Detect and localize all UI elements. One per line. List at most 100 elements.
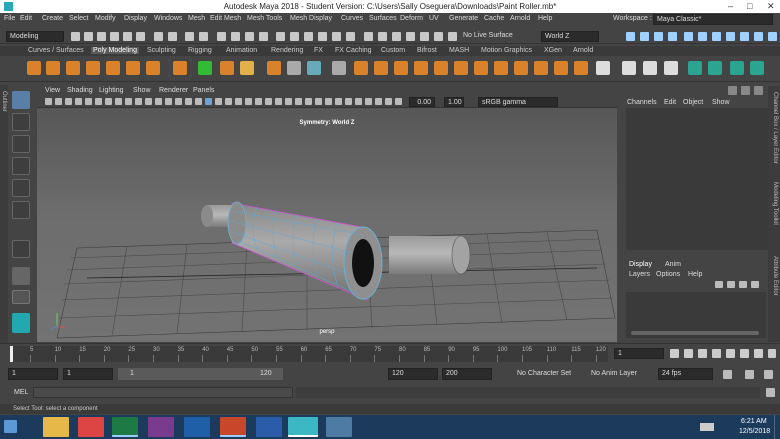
shelf-tab-poly-modeling[interactable]: Poly Modeling [91, 47, 139, 54]
menu-mesh-display[interactable]: Mesh Display [290, 15, 332, 22]
shelf-tool-11-icon[interactable] [240, 61, 254, 75]
menu-select[interactable]: Select [69, 15, 88, 22]
status-tool-4-icon[interactable] [110, 32, 119, 41]
viewport-tool-29-icon[interactable] [325, 98, 332, 105]
shelf-tab-custom[interactable]: Custom [381, 47, 405, 54]
new-layer-icon[interactable] [715, 281, 723, 288]
shelf-tool-17-icon[interactable] [374, 61, 388, 75]
viewport-tool-3-icon[interactable] [65, 98, 72, 105]
viewport-tool-36-icon[interactable] [395, 98, 402, 105]
status-tool-5-icon[interactable] [123, 32, 132, 41]
select-tool-icon[interactable] [12, 91, 30, 109]
range-slider[interactable]: 1 120 [118, 368, 283, 380]
status-tool-2-icon[interactable] [84, 32, 93, 41]
viewport-menu-shading[interactable]: Shading [67, 87, 93, 94]
viewport-tool-27-icon[interactable] [305, 98, 312, 105]
viewport-tool-22-icon[interactable] [255, 98, 262, 105]
shelf-tool-6-icon[interactable] [126, 61, 140, 75]
status-tool-16-icon[interactable] [290, 32, 299, 41]
channel-menu-edit[interactable]: Edit [664, 99, 676, 106]
shelf-tool-10-icon[interactable] [220, 61, 234, 75]
shelf-tool-14-icon[interactable] [307, 61, 321, 75]
status-tool-25-icon[interactable] [420, 32, 429, 41]
shelf-tool-26-icon[interactable] [554, 61, 568, 75]
status-tool-21-icon[interactable] [364, 32, 373, 41]
shelf-tab-fx[interactable]: FX [314, 47, 323, 54]
viewport-tool-20-icon[interactable] [235, 98, 242, 105]
menu-cache[interactable]: Cache [484, 15, 504, 22]
status-tool-33-icon[interactable] [698, 32, 707, 41]
shelf-tab-bifrost[interactable]: Bifrost [417, 47, 437, 54]
menu-mesh[interactable]: Mesh [188, 15, 205, 22]
status-tool-3-icon[interactable] [97, 32, 106, 41]
viewport-tool-13-icon[interactable] [165, 98, 172, 105]
shelf-tab-fx-caching[interactable]: FX Caching [335, 47, 372, 54]
menu-display[interactable]: Display [124, 15, 147, 22]
viewport-tool-33-icon[interactable] [365, 98, 372, 105]
layer-menu-options[interactable]: Options [656, 271, 680, 278]
timeline-track[interactable]: 5 10 15 20 25 30 35 40 45 50 55 60 65 70 75 80 85 90 95 100… [10, 346, 608, 362]
menu-arnold[interactable]: Arnold [510, 15, 530, 22]
status-tool-8-icon[interactable] [168, 32, 177, 41]
status-tool-37-icon[interactable] [754, 32, 763, 41]
shelf-tool-5-icon[interactable] [106, 61, 120, 75]
powerpoint-icon[interactable] [220, 417, 246, 437]
viewport-tool-11-icon[interactable] [145, 98, 152, 105]
viewport-tool-4-icon[interactable] [75, 98, 82, 105]
outlook-icon[interactable] [184, 417, 210, 437]
layer-menu-layers[interactable]: Layers [629, 271, 650, 278]
channel-menu-object[interactable]: Object [683, 99, 703, 106]
status-tool-31-icon[interactable] [668, 32, 677, 41]
layer-tab-display[interactable]: Display [629, 261, 652, 268]
viewport-tool-14-icon[interactable] [175, 98, 182, 105]
shelf-tool-20-icon[interactable] [434, 61, 448, 75]
shelf-tab-motion-graphics[interactable]: Motion Graphics [481, 47, 532, 54]
shelf-tab-curves-surfaces[interactable]: Curves / Surfaces [28, 47, 84, 54]
shelf-tool-22-icon[interactable] [474, 61, 488, 75]
shelf-tool-9-icon[interactable] [198, 61, 212, 75]
viewport-tool-16-icon[interactable] [195, 98, 202, 105]
shelf-tab-rigging[interactable]: Rigging [188, 47, 212, 54]
status-tool-23-icon[interactable] [392, 32, 401, 41]
gamma-field[interactable]: 1.00 [444, 97, 464, 107]
status-tool-30-icon[interactable] [654, 32, 663, 41]
shelf-tool-21-icon[interactable] [454, 61, 468, 75]
menu-windows[interactable]: Windows [154, 15, 182, 22]
status-tool-34-icon[interactable] [712, 32, 721, 41]
viewport-tool-6-icon[interactable] [95, 98, 102, 105]
status-tool-18-icon[interactable] [318, 32, 327, 41]
shelf-tab-xgen[interactable]: XGen [544, 47, 562, 54]
viewport-tool-24-icon[interactable] [275, 98, 282, 105]
step-forward-key-icon[interactable] [754, 349, 763, 358]
single-view-icon[interactable] [12, 267, 30, 285]
start-time-field[interactable]: 1 [8, 368, 58, 380]
step-forward-frame-icon[interactable] [740, 349, 749, 358]
viewport-tool-21-icon[interactable] [245, 98, 252, 105]
viewport-menu-view[interactable]: View [45, 87, 60, 94]
move-tool-icon[interactable] [12, 157, 30, 175]
status-tool-27-icon[interactable] [448, 32, 457, 41]
shelf-tab-sculpting[interactable]: Sculpting [147, 47, 176, 54]
onenote-icon[interactable] [148, 417, 174, 437]
status-tool-26-icon[interactable] [434, 32, 443, 41]
start-icon[interactable] [4, 420, 17, 433]
shelf-tool-16-icon[interactable] [354, 61, 368, 75]
status-tool-1-icon[interactable] [71, 32, 80, 41]
close-icon[interactable]: ✕ [767, 1, 775, 12]
menu-file[interactable]: File [4, 15, 15, 22]
menu-modify[interactable]: Modify [95, 15, 116, 22]
menu-curves[interactable]: Curves [341, 15, 363, 22]
layer-tab-anim[interactable]: Anim [665, 261, 681, 268]
menu-edit-mesh[interactable]: Edit Mesh [210, 15, 241, 22]
channel-menu-show[interactable]: Show [712, 99, 730, 106]
side-tab-1[interactable]: Channel Box / Layer Editor [772, 92, 778, 164]
menu-generate[interactable]: Generate [449, 15, 478, 22]
status-tool-19-icon[interactable] [332, 32, 341, 41]
shelf-tool-3-icon[interactable] [66, 61, 80, 75]
step-back-key-icon[interactable] [684, 349, 693, 358]
viewport-tool-10-icon[interactable] [135, 98, 142, 105]
layer-option-icon[interactable] [739, 281, 747, 288]
shelf-tool-15-icon[interactable] [332, 61, 346, 75]
viewport-tool-7-icon[interactable] [105, 98, 112, 105]
shelf-tool-25-icon[interactable] [534, 61, 548, 75]
